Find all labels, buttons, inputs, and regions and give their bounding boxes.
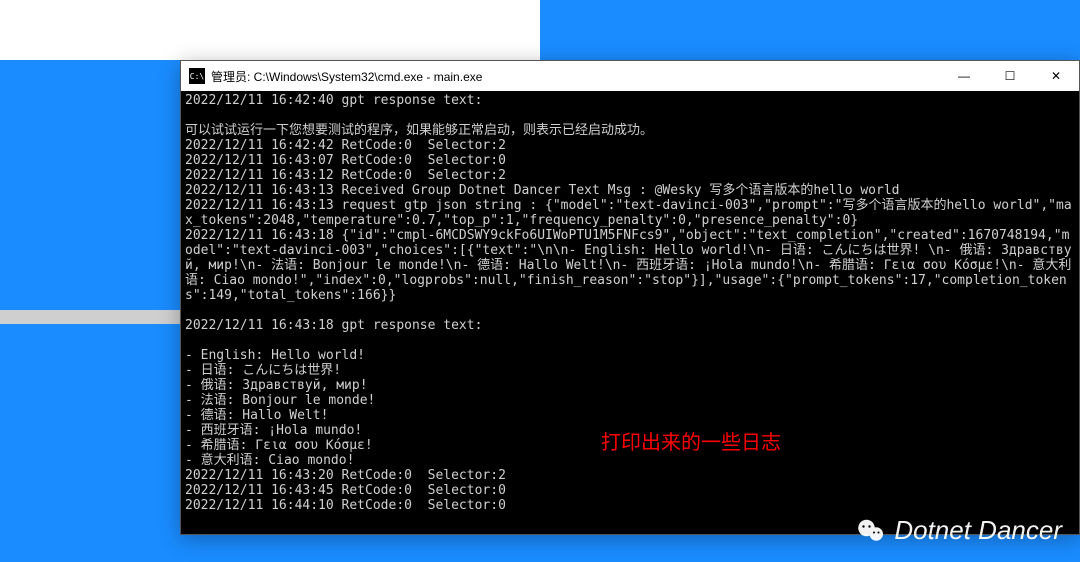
window-title: 管理员: C:\Windows\System32\cmd.exe - main.… xyxy=(211,68,941,85)
terminal-line: 2022/12/11 16:43:18 {"id":"cmpl-6MCDSWY9… xyxy=(185,228,1075,303)
terminal-line: 2022/12/11 16:43:13 Received Group Dotne… xyxy=(185,183,1075,198)
wechat-icon xyxy=(856,516,886,546)
background-panel xyxy=(0,0,540,60)
terminal-line: - English: Hello world! xyxy=(185,348,1075,363)
background-gray-bar xyxy=(0,310,180,324)
window-controls: — ☐ ✕ xyxy=(941,61,1079,91)
terminal-line: - 西班牙语: ¡Hola mundo! xyxy=(185,423,1075,438)
terminal-line: - 意大利语: Ciao mondo! xyxy=(185,453,1075,468)
terminal-line: 2022/12/11 16:43:12 RetCode:0 Selector:2 xyxy=(185,168,1075,183)
terminal-line: 2022/12/11 16:43:07 RetCode:0 Selector:0 xyxy=(185,153,1075,168)
terminal-line: 2022/12/11 16:43:20 RetCode:0 Selector:2 xyxy=(185,468,1075,483)
minimize-button[interactable]: — xyxy=(941,61,987,91)
terminal-line: 2022/12/11 16:43:13 request gtp json str… xyxy=(185,198,1075,228)
close-button[interactable]: ✕ xyxy=(1033,61,1079,91)
terminal-line xyxy=(185,303,1075,318)
terminal-line xyxy=(185,108,1075,123)
terminal-line: - 法语: Bonjour le monde! xyxy=(185,393,1075,408)
terminal-output[interactable]: 2022/12/11 16:42:40 gpt response text: 可… xyxy=(181,91,1079,534)
terminal-line: 可以试试运行一下您想要测试的程序，如果能够正常启动，则表示已经启动成功。 xyxy=(185,123,1075,138)
terminal-line: 2022/12/11 16:43:18 gpt response text: xyxy=(185,318,1075,333)
terminal-line: 2022/12/11 16:43:45 RetCode:0 Selector:0 xyxy=(185,483,1075,498)
terminal-line: - 德语: Hallo Welt! xyxy=(185,408,1075,423)
watermark: Dotnet Dancer xyxy=(856,515,1062,546)
terminal-line: 2022/12/11 16:42:42 RetCode:0 Selector:2 xyxy=(185,138,1075,153)
cmd-window: C:\ 管理员: C:\Windows\System32\cmd.exe - m… xyxy=(180,60,1080,535)
terminal-line: 2022/12/11 16:44:10 RetCode:0 Selector:0 xyxy=(185,498,1075,513)
watermark-text: Dotnet Dancer xyxy=(894,515,1062,546)
cmd-icon: C:\ xyxy=(189,68,205,84)
terminal-line: - 日语: こんにちは世界! xyxy=(185,363,1075,378)
terminal-line xyxy=(185,333,1075,348)
terminal-line: - 俄语: Здравствуй, мир! xyxy=(185,378,1075,393)
terminal-line: 2022/12/11 16:42:40 gpt response text: xyxy=(185,93,1075,108)
titlebar[interactable]: C:\ 管理员: C:\Windows\System32\cmd.exe - m… xyxy=(181,61,1079,91)
terminal-line: - 希腊语: Γεια σου Κόσμε! xyxy=(185,438,1075,453)
maximize-button[interactable]: ☐ xyxy=(987,61,1033,91)
